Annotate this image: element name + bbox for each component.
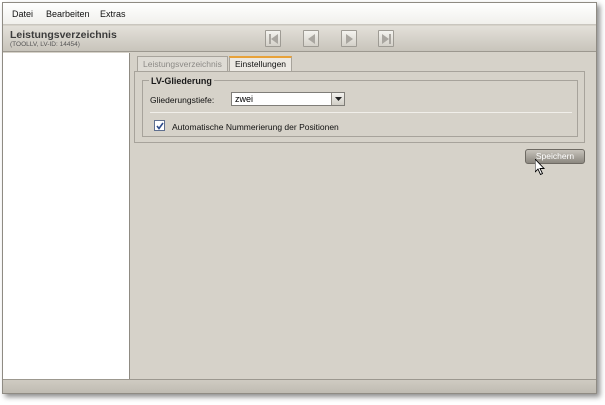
last-record-button[interactable] [378, 30, 394, 47]
depth-label: Gliederungstiefe: [150, 95, 215, 105]
app-window: Datei Bearbeiten Extras Leistungsverzeic… [2, 2, 597, 394]
lv-gliederung-group: LV-Gliederung Gliederungstiefe: zwei Aut… [142, 76, 578, 137]
tab-leistungsverzeichnis[interactable]: Leistungsverzeichnis [137, 56, 228, 72]
divider [150, 112, 572, 113]
first-record-button[interactable] [265, 30, 281, 47]
mouse-cursor-icon [535, 159, 546, 175]
settings-panel: LV-Gliederung Gliederungstiefe: zwei Aut… [134, 71, 585, 143]
last-icon [382, 34, 391, 44]
depth-select-toggle[interactable] [331, 93, 344, 105]
checkmark-icon [156, 122, 164, 130]
group-title: LV-Gliederung [149, 76, 214, 86]
depth-select[interactable]: zwei [231, 92, 345, 106]
tab-einstellungen[interactable]: Einstellungen [229, 56, 293, 72]
first-icon [269, 34, 278, 44]
left-tree-panel[interactable] [3, 53, 130, 379]
status-bar [3, 379, 596, 393]
chevron-down-icon [335, 97, 342, 101]
numbering-checkbox[interactable] [154, 120, 165, 131]
menu-datei[interactable]: Datei [12, 9, 33, 19]
depth-select-value: zwei [235, 94, 254, 104]
save-button[interactable]: Speichern [525, 149, 585, 164]
previous-record-button[interactable] [303, 30, 319, 47]
previous-icon [308, 34, 315, 44]
page-title: Leistungsverzeichnis [10, 29, 117, 41]
menu-bar: Datei Bearbeiten Extras [3, 3, 596, 25]
next-record-button[interactable] [341, 30, 357, 47]
menu-extras[interactable]: Extras [100, 9, 126, 19]
page-subtitle: (TOOLLV, LV-ID: 14454) [10, 41, 80, 48]
next-icon [346, 34, 353, 44]
header-bar: Leistungsverzeichnis (TOOLLV, LV-ID: 144… [3, 26, 596, 52]
numbering-label: Automatische Nummerierung der Positionen [172, 122, 339, 132]
menu-bearbeiten[interactable]: Bearbeiten [46, 9, 90, 19]
